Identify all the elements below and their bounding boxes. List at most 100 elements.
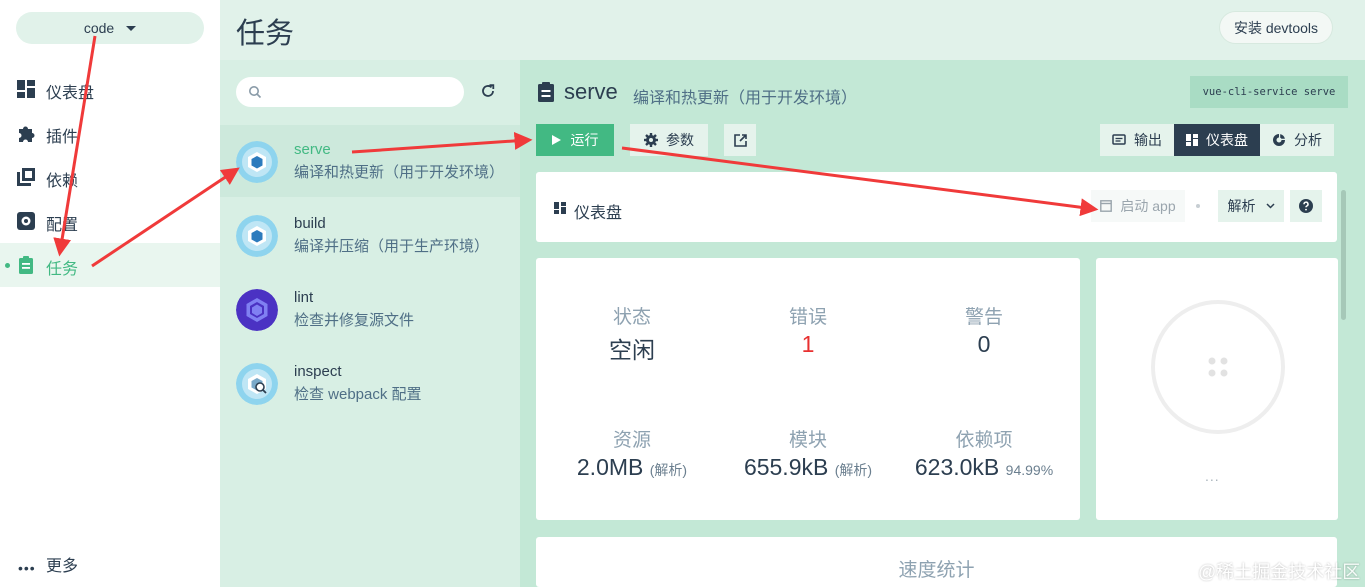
- sidebar-item-label: 仪表盘: [46, 85, 95, 102]
- open-in-new-icon: [733, 133, 747, 147]
- message-icon: [1112, 134, 1126, 145]
- sidebar-item-dependencies[interactable]: 依赖: [0, 155, 220, 199]
- stat-label: 模块: [788, 430, 827, 451]
- task-name: serve: [294, 141, 331, 158]
- stat-label: 资源: [612, 430, 651, 451]
- watermark: @稀土掘金技术社区: [1198, 562, 1361, 582]
- task-desc: 检查 webpack 配置: [294, 386, 422, 403]
- task-desc: 检查并修复源文件: [294, 312, 415, 329]
- clipboard-icon: [19, 256, 33, 274]
- sidebar-item-config[interactable]: 配置: [0, 199, 220, 243]
- dashboard-title: 仪表盘: [574, 205, 623, 222]
- puzzle-icon: [19, 126, 35, 142]
- task-title: serve: [564, 79, 618, 104]
- analyze-label: 解析: [1227, 198, 1256, 214]
- task-item-build[interactable]: build 编译并压缩（用于生产环境）: [220, 199, 520, 271]
- tab-dashboard[interactable]: 仪表盘: [1174, 124, 1260, 156]
- page-title: 任务: [236, 18, 295, 50]
- stat-value: 623.0kB: [914, 454, 1000, 480]
- sidebar-item-label: 任务: [46, 261, 79, 278]
- task-item-serve[interactable]: serve 编译和热更新（用于开发环境）: [220, 125, 520, 197]
- play-icon: [551, 135, 561, 145]
- run-label: 运行: [570, 132, 599, 148]
- stat-status: 状态 空闲: [542, 302, 722, 365]
- settings-icon: [17, 212, 35, 230]
- tab-label: 分析: [1294, 132, 1322, 148]
- stat-value-row: 2.0MB (解析): [542, 454, 722, 481]
- stat-value-row: 655.9kB (解析): [718, 454, 898, 481]
- stat-note: 94.99%: [1005, 462, 1054, 478]
- launch-app-label: 启动 app: [1120, 198, 1176, 214]
- task-detail: serve 编译和热更新（用于开发环境） vue-cli-service ser…: [520, 60, 1365, 587]
- stat-label: 状态: [612, 307, 651, 328]
- command-badge: vue-cli-service serve: [1190, 76, 1348, 108]
- view-tabs: 输出 仪表盘 分析: [1100, 124, 1334, 156]
- clipboard-icon: [538, 82, 554, 102]
- stat-value: 2.0MB: [576, 454, 644, 480]
- task-name: inspect: [294, 363, 342, 380]
- eslint-icon: [236, 289, 278, 331]
- sidebar-item-dashboard[interactable]: 仪表盘: [0, 67, 220, 111]
- open-external-button[interactable]: [724, 124, 756, 156]
- stat-note: (解析): [834, 462, 873, 478]
- build-task-icon: [236, 215, 278, 257]
- stat-value: 655.9kB: [743, 454, 829, 480]
- task-desc: 编译和热更新（用于开发环境）: [294, 164, 504, 181]
- sidebar-more[interactable]: ••• 更多: [0, 546, 220, 578]
- inspect-task-icon: [236, 363, 278, 405]
- stat-errors: 错误 1: [718, 302, 898, 358]
- install-devtools-button[interactable]: 安装 devtools: [1220, 12, 1332, 43]
- serve-task-icon: [236, 141, 278, 183]
- stat-label: 错误: [788, 307, 827, 328]
- chevron-down-icon: [1265, 203, 1275, 209]
- refresh-icon[interactable]: [479, 82, 497, 100]
- stat-modules: 模块 655.9kB (解析): [718, 425, 898, 481]
- tab-label: 输出: [1134, 132, 1162, 148]
- gear-icon: [644, 133, 658, 147]
- widget-more[interactable]: ...: [1205, 468, 1220, 484]
- stat-value: 1: [801, 331, 815, 357]
- scrollbar[interactable]: [1341, 190, 1346, 320]
- sidebar: code 仪表盘 插件 依赖 配置 任务 ••• 更多: [0, 0, 220, 587]
- stat-label: 警告: [964, 307, 1003, 328]
- build-stats: 状态 空闲 错误 1 警告 0 资源 2.0MB (解析) 模块 655.9kB…: [536, 258, 1080, 520]
- params-label: 参数: [666, 132, 694, 148]
- sidebar-item-plugins[interactable]: 插件: [0, 111, 220, 155]
- more-label: 更多: [46, 558, 79, 575]
- tab-analyze[interactable]: 分析: [1260, 124, 1334, 156]
- launch-app-button[interactable]: 启动 app: [1091, 190, 1185, 222]
- task-item-inspect[interactable]: inspect 检查 webpack 配置: [220, 347, 520, 419]
- tab-output[interactable]: 输出: [1100, 124, 1174, 156]
- caret-down-icon: [126, 25, 137, 31]
- more-icon: •••: [18, 560, 36, 576]
- analyze-select[interactable]: 解析: [1218, 190, 1284, 222]
- stat-warnings: 警告 0: [894, 302, 1074, 358]
- task-name: lint: [294, 289, 314, 306]
- task-item-lint[interactable]: lint 检查并修复源文件: [220, 273, 520, 345]
- stat-value-row: 623.0kB 94.99%: [894, 454, 1074, 481]
- stat-value: 0: [977, 331, 991, 357]
- stat-value: 空闲: [609, 337, 655, 363]
- project-select[interactable]: code: [16, 12, 204, 44]
- dashboard-icon: [554, 202, 566, 214]
- stat-assets: 资源 2.0MB (解析): [542, 425, 722, 481]
- browser-icon: [1100, 200, 1113, 212]
- separator-dot: [1196, 204, 1200, 208]
- status-circle: [1151, 300, 1285, 434]
- sidebar-item-tasks[interactable]: 任务: [0, 243, 220, 287]
- help-icon: [1299, 199, 1313, 213]
- active-indicator: [5, 263, 10, 268]
- project-name: code: [83, 20, 115, 36]
- sidebar-item-label: 插件: [46, 129, 79, 146]
- sidebar-item-label: 依赖: [46, 173, 79, 190]
- donut-chart-icon: [1273, 134, 1285, 146]
- run-button[interactable]: 运行: [536, 124, 614, 156]
- search-icon: [249, 86, 262, 99]
- help-button[interactable]: [1290, 190, 1322, 222]
- tab-label: 仪表盘: [1206, 132, 1248, 148]
- params-button[interactable]: 参数: [630, 124, 708, 156]
- stat-dependencies: 依赖项 623.0kB 94.99%: [894, 425, 1074, 481]
- search-input[interactable]: [236, 77, 464, 107]
- dots-grid-icon: [1208, 357, 1228, 377]
- task-list: serve 编译和热更新（用于开发环境） build 编译并压缩（用于生产环境）…: [220, 60, 520, 587]
